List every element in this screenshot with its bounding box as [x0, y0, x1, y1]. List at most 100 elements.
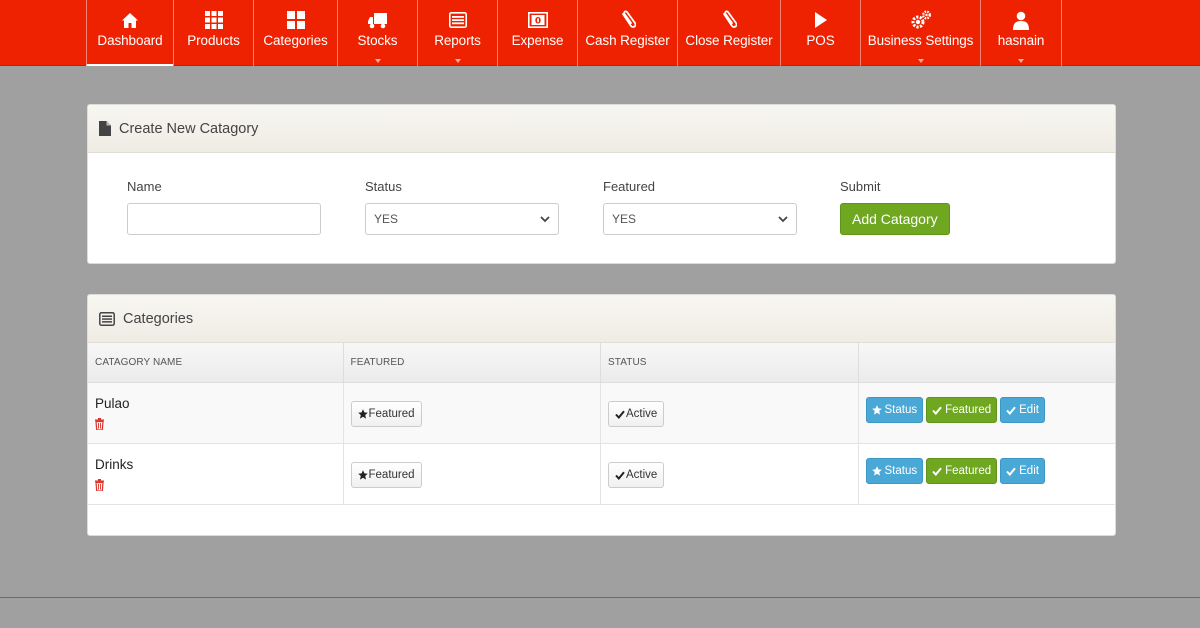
nav-item-pos[interactable]: POS [780, 0, 860, 66]
submit-group: Submit Add Catagory [840, 179, 950, 235]
nav-item-cash-register[interactable]: Cash Register [577, 0, 677, 66]
actions-cell: Status Featured Edit [859, 383, 1116, 443]
status-select[interactable]: YES [365, 203, 559, 235]
nav-item-stocks[interactable]: Stocks [337, 0, 417, 66]
button-label: Edit [1019, 404, 1039, 416]
status-badge: Active [608, 401, 665, 427]
nav-item-categories[interactable]: Categories [253, 0, 337, 66]
chevron-down-icon [1018, 59, 1024, 63]
status-badge: Active [608, 462, 665, 488]
status-label: Status [365, 179, 402, 194]
featured-badge: Featured [350, 401, 422, 427]
featured-group: Featured YES [603, 179, 797, 235]
nav-label: Categories [263, 33, 328, 48]
trash-icon[interactable] [95, 417, 104, 435]
edit-button[interactable]: Edit [1000, 397, 1045, 423]
toggle-featured-button[interactable]: Featured [926, 397, 998, 423]
categories-panel: Categories CATAGORY NAME FEATURED STATUS… [87, 294, 1116, 536]
nav-label: Stocks [357, 33, 398, 48]
name-group: Name [127, 179, 321, 235]
trash-icon[interactable] [95, 478, 104, 496]
toggle-status-button[interactable]: Status [865, 458, 924, 484]
submit-label: Submit [840, 179, 881, 194]
featured-label: Featured [603, 179, 656, 194]
category-name: Drinks [95, 457, 134, 472]
chevron-down-icon [778, 212, 788, 226]
actions-cell: Status Featured Edit [859, 444, 1116, 504]
nav-item-user-hasnain[interactable]: hasnain [980, 0, 1062, 66]
chevron-down-icon [540, 212, 550, 226]
status-badge-label: Active [626, 408, 658, 420]
column-header-actions [859, 343, 1116, 382]
nav-label: Products [187, 33, 240, 48]
column-header-featured: FEATURED [344, 343, 601, 382]
paperclip-icon [721, 10, 737, 30]
nav-label: Dashboard [97, 33, 163, 48]
category-name: Pulao [95, 396, 130, 411]
featured-select-value: YES [612, 212, 637, 226]
chevron-down-icon [374, 59, 381, 63]
panel-heading: Categories [88, 295, 1115, 343]
nav-label: POS [806, 33, 835, 48]
column-header-status: STATUS [601, 343, 859, 382]
nav-item-products[interactable]: Products [173, 0, 253, 66]
featured-badge-label: Featured [368, 469, 415, 481]
status-cell: Active [601, 444, 859, 504]
categories-table: CATAGORY NAME FEATURED STATUS Pulao Feat… [88, 343, 1115, 505]
home-icon [121, 10, 139, 30]
featured-select[interactable]: YES [603, 203, 797, 235]
nav-label: Close Register [685, 33, 773, 48]
check-icon [932, 467, 942, 476]
create-category-panel: Create New Catagory Name Status YES Feat… [87, 104, 1116, 264]
star-icon [871, 405, 882, 415]
status-select-value: YES [374, 212, 399, 226]
cogs-icon [910, 10, 932, 30]
row-actions: Status Featured Edit [865, 397, 1045, 423]
button-label: Status [884, 465, 918, 477]
star-icon [357, 470, 368, 480]
featured-badge-label: Featured [368, 408, 415, 420]
nav-item-close-register[interactable]: Close Register [677, 0, 780, 66]
check-icon [932, 406, 942, 415]
play-icon [814, 10, 828, 30]
featured-badge: Featured [350, 462, 422, 488]
nav-item-dashboard[interactable]: Dashboard [86, 0, 173, 66]
edit-button[interactable]: Edit [1000, 458, 1045, 484]
row-actions: Status Featured Edit [865, 458, 1045, 484]
svg-text:0: 0 [534, 17, 540, 27]
user-icon [1013, 10, 1029, 30]
footer-divider [0, 597, 1200, 598]
create-category-form: Name Status YES Featured YES Submit Add … [88, 153, 1115, 263]
check-icon [615, 410, 625, 419]
check-icon [1006, 406, 1016, 415]
money-icon: 0 [527, 10, 548, 30]
th-large-icon [286, 10, 305, 30]
star-icon [871, 466, 882, 476]
table-row: Drinks Featured Active Status Featured E… [88, 444, 1115, 505]
add-category-button[interactable]: Add Catagory [840, 203, 950, 235]
toggle-featured-button[interactable]: Featured [926, 458, 998, 484]
nav-item-business-settings[interactable]: Business Settings [860, 0, 980, 66]
grid-icon [204, 10, 223, 30]
nav-item-expense[interactable]: 0 Expense [497, 0, 577, 66]
toggle-status-button[interactable]: Status [865, 397, 924, 423]
paperclip-icon [620, 10, 636, 30]
button-label: Status [884, 404, 918, 416]
nav-label: hasnain [997, 33, 1045, 48]
top-navbar: Dashboard Products Categories Stocks Rep… [0, 0, 1200, 66]
column-header-name: CATAGORY NAME [88, 343, 344, 382]
button-label: Edit [1019, 465, 1039, 477]
nav-label: Reports [434, 33, 481, 48]
category-name-cell: Pulao [88, 383, 344, 443]
star-icon [357, 409, 368, 419]
button-label: Featured [945, 404, 992, 416]
file-icon [99, 121, 111, 136]
nav-label: Expense [511, 33, 564, 48]
name-input[interactable] [127, 203, 321, 235]
table-header: CATAGORY NAME FEATURED STATUS [88, 343, 1115, 383]
nav-menu: Dashboard Products Categories Stocks Rep… [86, 0, 1062, 66]
panel-heading: Create New Catagory [88, 105, 1115, 153]
nav-label: Business Settings [867, 33, 974, 48]
nav-item-reports[interactable]: Reports [417, 0, 497, 66]
check-icon [615, 471, 625, 480]
